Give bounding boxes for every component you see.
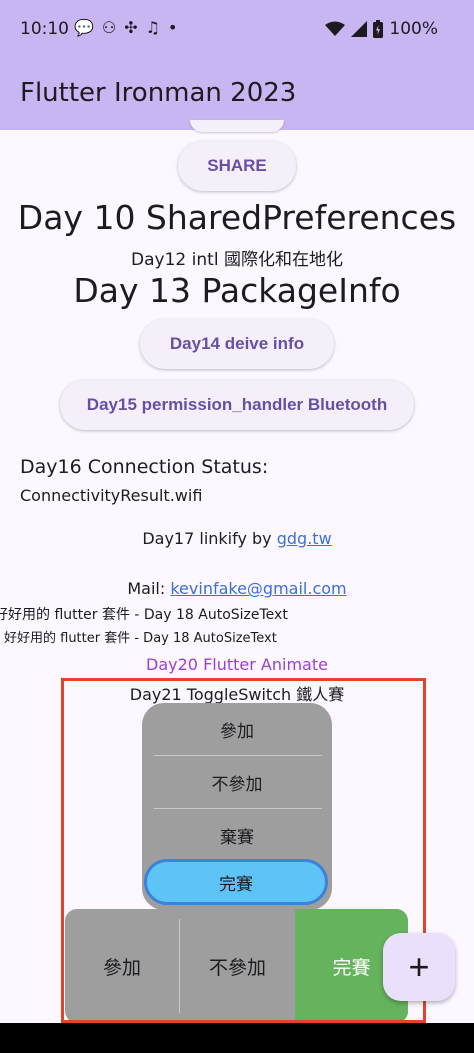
app-title: Flutter Ironman 2023 (20, 78, 297, 108)
system-navigation-bar (0, 1023, 474, 1053)
day18-autosize-text-1: 好好用的 flutter 套件 - Day 18 AutoSizeText (0, 607, 288, 623)
mail-prefix: Mail: (127, 579, 171, 598)
previous-button-edge[interactable] (190, 120, 284, 132)
signal-icon (351, 21, 368, 37)
day12-text: Day12 intl 國際化和在地化 (131, 250, 343, 270)
day14-device-info-button[interactable]: Day14 deive info (140, 319, 334, 369)
day17-prefix: Day17 linkify by (142, 529, 277, 548)
network-icon: ⚇ (101, 18, 125, 37)
battery-percent: 100% (389, 19, 438, 39)
mail-line: Mail: kevinfake@gmail.com (0, 579, 474, 598)
dot-icon: • (168, 18, 186, 37)
notification-icons: 💬⚇✣♫• (74, 18, 185, 37)
day17-linkify: Day17 linkify by gdg.tw (0, 529, 474, 548)
highlight-frame (61, 678, 426, 1023)
mail-link[interactable]: kevinfake@gmail.com (170, 579, 346, 598)
day20-animate-text: Day20 Flutter Animate (146, 655, 328, 674)
share-button[interactable]: SHARE (178, 141, 296, 191)
day15-permission-button[interactable]: Day15 permission_handler Bluetooth (60, 380, 414, 430)
fan-icon: ✣ (124, 18, 146, 37)
add-fab-button[interactable]: + (383, 933, 455, 1001)
day10-heading: Day 10 SharedPreferences (17, 198, 457, 237)
day16-value: ConnectivityResult.wifi (20, 486, 203, 505)
wifi-icon (325, 21, 346, 36)
music-icon: ♫ (145, 18, 169, 37)
status-right: 100% (325, 19, 438, 39)
chat-bubble-icon: 💬 (74, 18, 102, 37)
day16-label: Day16 Connection Status: (20, 456, 269, 478)
battery-icon (373, 20, 384, 38)
gdg-link[interactable]: gdg.tw (277, 529, 332, 548)
day18-autosize-text-2: 好好用的 flutter 套件 - Day 18 AutoSizeText (4, 631, 277, 646)
plus-icon: + (408, 946, 430, 987)
status-time: 10:10 (20, 19, 69, 39)
day13-heading: Day 13 PackageInfo (73, 271, 401, 310)
status-bar: 10:10 💬⚇✣♫• 100% (0, 0, 474, 62)
